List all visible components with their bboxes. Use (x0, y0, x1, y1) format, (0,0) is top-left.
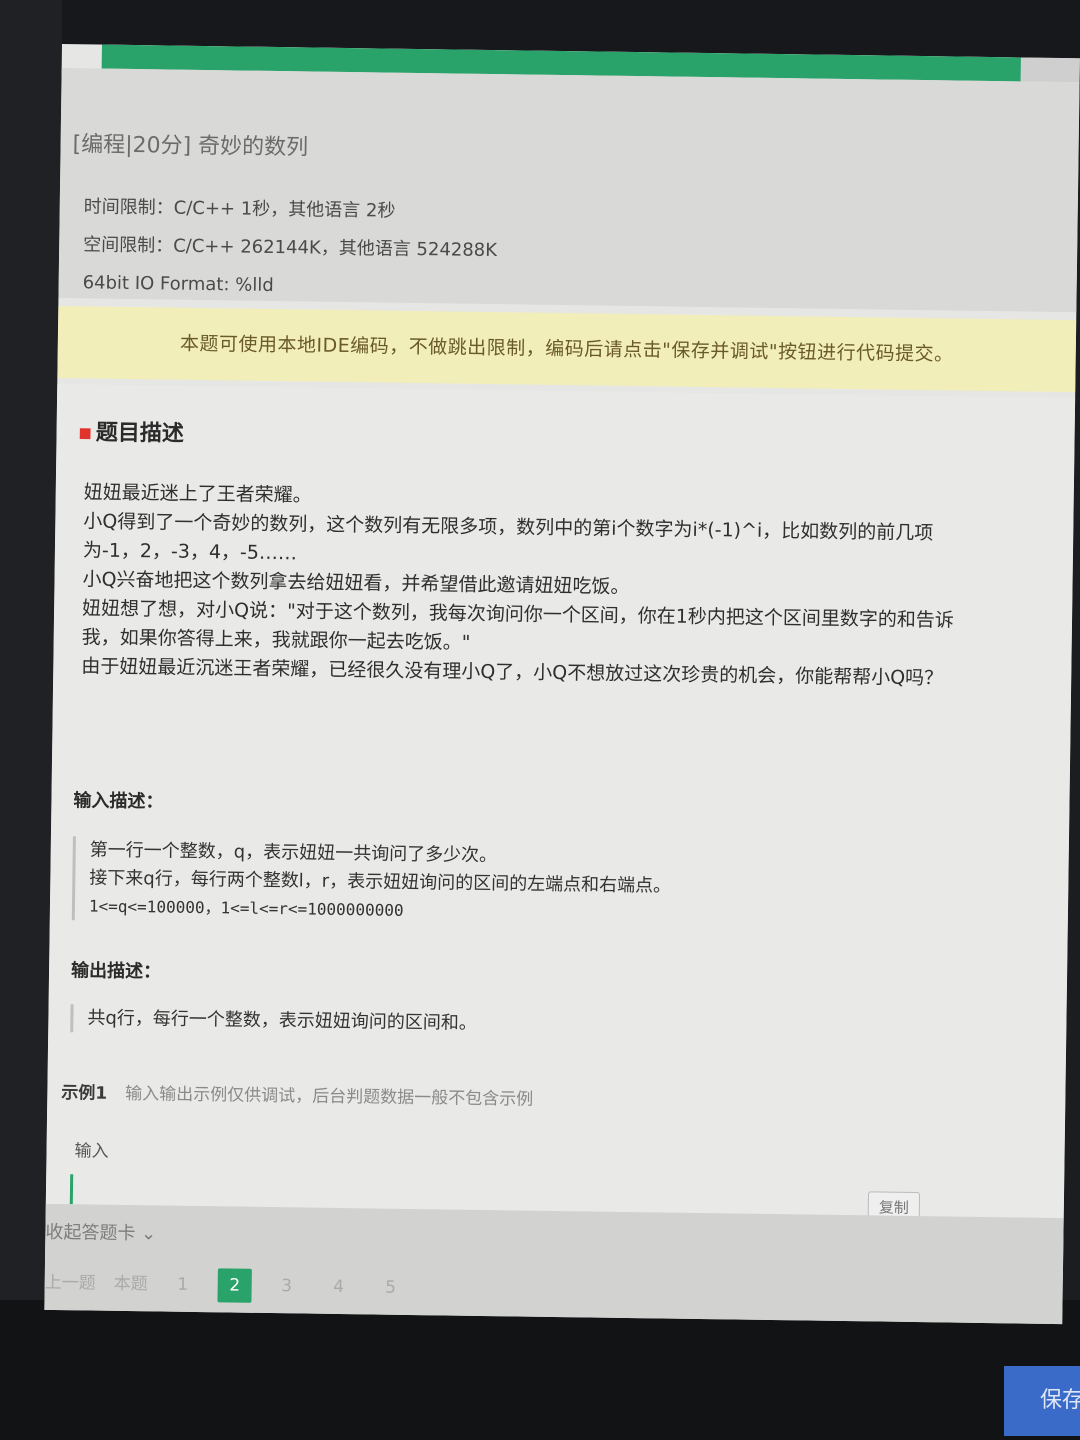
problem-title: [编程|20分] 奇妙的数列 (72, 132, 309, 161)
space-limit: 空间限制：C/C++ 262144K，其他语言 524288K (83, 234, 498, 262)
page-button-5[interactable]: 5 (373, 1270, 407, 1304)
time-limit: 时间限制：C/C++ 1秒，其他语言 2秒 (83, 196, 396, 222)
page-button-3[interactable]: 3 (269, 1269, 303, 1303)
output-desc-line: 共q行，每行一个整数，表示妞妞询问的区间和。 (87, 1007, 477, 1034)
input-desc-block: 第一行一个整数，q，表示妞妞一共询问了多少次。 接下来q行，每行两个整数l，r，… (71, 836, 672, 929)
problem-limits: 时间限制：C/C++ 1秒，其他语言 2秒 空间限制：C/C++ 262144K… (82, 188, 498, 308)
save-and-debug-button[interactable]: 保存 (1004, 1366, 1080, 1436)
example-label: 示例1 (61, 1083, 108, 1104)
description-heading: ■ 题目描述 (78, 420, 184, 447)
current-question-button[interactable]: 本题 (113, 1267, 148, 1301)
page-button-2[interactable]: 2 (217, 1268, 252, 1303)
bullet-icon: ■ (78, 425, 92, 442)
page-button-1[interactable]: 1 (165, 1268, 199, 1302)
output-desc-label: 输出描述： (70, 960, 162, 983)
description-text: 妞妞最近迷上了王者荣耀。 小Q得到了一个奇妙的数列，这个数列有无限多项，数列中的… (81, 478, 984, 694)
answer-card-footer: 收起答题卡 ⌄ 上一题 本题 1 2 3 4 5 (44, 1203, 1064, 1325)
output-desc-block: 共q行，每行一个整数，表示妞妞询问的区间和。 (70, 1004, 477, 1038)
input-desc-label: 输入描述： (73, 790, 164, 813)
example-header: 示例1 输入输出示例仅供调试，后台判题数据一般不包含示例 (61, 1078, 533, 1110)
screen: [编程|20分] 奇妙的数列 时间限制：C/C++ 1秒，其他语言 2秒 空间限… (44, 44, 1080, 1325)
ide-notice: 本题可使用本地IDE编码，不做跳出限制，编码后请点击"保存并调试"按钮进行代码提… (57, 305, 1077, 393)
example-input-marker (69, 1174, 74, 1205)
io-format: 64bit IO Format: %lld (82, 272, 274, 296)
problem-content: ■ 题目描述 妞妞最近迷上了王者荣耀。 小Q得到了一个奇妙的数列，这个数列有无限多… (44, 383, 1076, 1279)
problem-header: [编程|20分] 奇妙的数列 时间限制：C/C++ 1秒，其他语言 2秒 空间限… (58, 67, 1080, 313)
example-note: 输入输出示例仅供调试，后台判题数据一般不包含示例 (125, 1083, 534, 1110)
prev-question-button[interactable]: 上一题 (44, 1266, 96, 1301)
page-button-4[interactable]: 4 (321, 1270, 355, 1304)
example-input-label: 输入 (74, 1141, 109, 1162)
collapse-answer-card-button[interactable]: 收起答题卡 ⌄ (45, 1218, 156, 1246)
question-pager: 上一题 本题 1 2 3 4 5 (44, 1266, 407, 1305)
